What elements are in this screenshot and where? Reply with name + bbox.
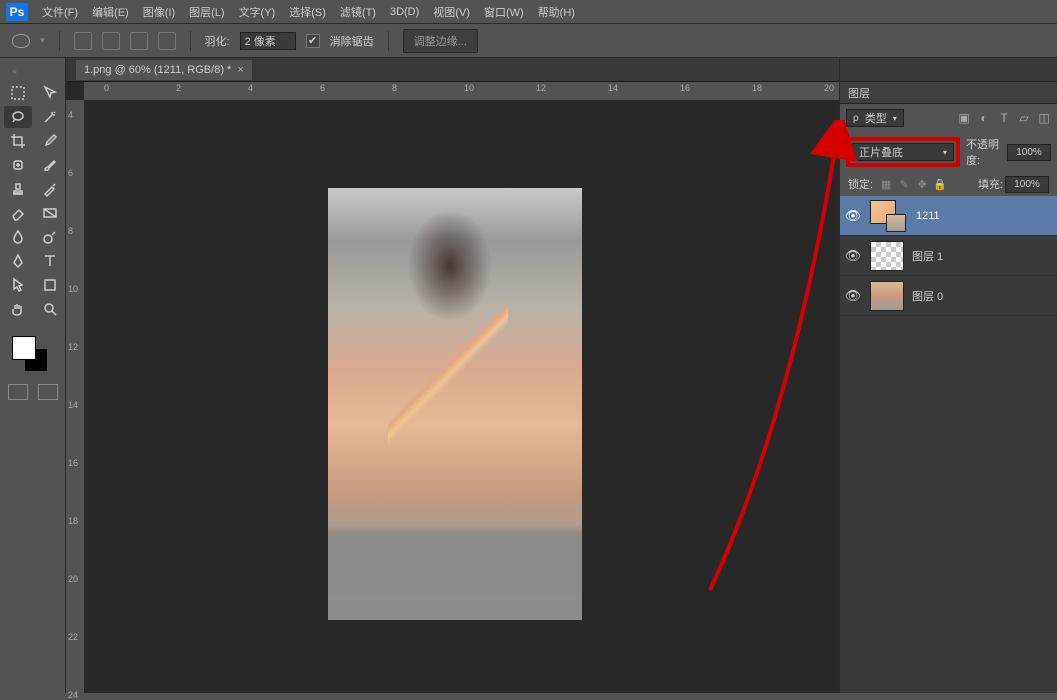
move-tool[interactable] <box>36 82 64 104</box>
stamp-tool[interactable] <box>4 178 32 200</box>
path-select-tool[interactable] <box>4 274 32 296</box>
document-tab-title: 1.png @ 60% (1211, RGB/8) * <box>84 64 231 76</box>
menu-view[interactable]: 视图(V) <box>433 4 470 20</box>
menu-window[interactable]: 窗口(W) <box>484 4 524 20</box>
layer-name[interactable]: 1211 <box>916 210 940 222</box>
layer-filter-row: ρ 类型 ▾ ▣ ◐ T ▱ ◫ <box>840 104 1057 132</box>
menu-help[interactable]: 帮助(H) <box>538 4 575 20</box>
layers-list: 👁 1211 👁 图层 1 👁 图层 0 <box>840 196 1057 693</box>
fill-label: 填充: <box>978 176 1003 192</box>
blend-mode-highlight: 正片叠底 ▾ <box>846 137 960 167</box>
document-area: 1.png @ 60% (1211, RGB/8) * × 0 2 4 6 8 … <box>66 58 839 693</box>
visibility-icon[interactable]: 👁 <box>844 248 862 264</box>
layer-row[interactable]: 👁 1211 <box>840 196 1057 236</box>
layer-thumbnail[interactable] <box>870 200 908 232</box>
canvas-image <box>328 188 582 620</box>
filter-adjust-icon[interactable]: ◐ <box>977 111 991 125</box>
document-tab[interactable]: 1.png @ 60% (1211, RGB/8) * × <box>76 60 252 80</box>
shape-tool[interactable] <box>36 274 64 296</box>
selection-intersect-icon[interactable] <box>158 32 176 50</box>
visibility-icon[interactable]: 👁 <box>844 288 862 304</box>
filter-shape-icon[interactable]: ▱ <box>1017 111 1031 125</box>
layers-panel-header[interactable]: 图层 <box>840 82 1057 104</box>
magic-wand-tool[interactable] <box>36 106 64 128</box>
selection-new-icon[interactable] <box>74 32 92 50</box>
opacity-input[interactable] <box>1007 144 1051 161</box>
marquee-tool[interactable] <box>4 82 32 104</box>
quickmask-icon[interactable] <box>8 384 28 400</box>
ruler-horizontal: 0 2 4 6 8 10 12 14 16 18 20 <box>84 82 839 100</box>
layer-row[interactable]: 👁 图层 1 <box>840 236 1057 276</box>
zoom-tool[interactable] <box>36 298 64 320</box>
pen-tool[interactable] <box>4 250 32 272</box>
menu-select[interactable]: 选择(S) <box>289 4 326 20</box>
lock-pixels-icon[interactable]: ✎ <box>897 177 911 191</box>
filter-smart-icon[interactable]: ◫ <box>1037 111 1051 125</box>
screenmode-icon[interactable] <box>38 384 58 400</box>
blend-mode-value: 正片叠底 <box>859 144 903 160</box>
menu-file[interactable]: 文件(F) <box>42 4 78 20</box>
filter-type-icon[interactable]: T <box>997 111 1011 125</box>
layer-thumbnail[interactable] <box>870 241 904 271</box>
layers-panel: 图层 ρ 类型 ▾ ▣ ◐ T ▱ ◫ 正片叠底 ▾ <box>839 58 1057 693</box>
menu-3d[interactable]: 3D(D) <box>390 6 419 18</box>
type-tool[interactable] <box>36 250 64 272</box>
eraser-tool[interactable] <box>4 202 32 224</box>
blur-tool[interactable] <box>4 226 32 248</box>
document-tabbar: 1.png @ 60% (1211, RGB/8) * × <box>66 58 839 82</box>
dodge-tool[interactable] <box>36 226 64 248</box>
layer-filter-label: 类型 <box>865 110 887 126</box>
options-bar: ▾ 羽化: ✔ 消除锯齿 调整边缘... <box>0 24 1057 58</box>
visibility-icon[interactable]: 👁 <box>844 208 862 224</box>
healing-tool[interactable] <box>4 154 32 176</box>
lasso-tool-icon[interactable] <box>12 34 30 48</box>
lock-all-icon[interactable]: 🔒 <box>933 177 947 191</box>
menu-type[interactable]: 文字(Y) <box>239 4 276 20</box>
ruler-vertical: 4 6 8 10 12 14 16 18 20 22 24 <box>66 100 84 693</box>
lasso-tool[interactable] <box>4 106 32 128</box>
blend-mode-dropdown[interactable]: 正片叠底 ▾ <box>852 143 954 161</box>
history-brush-tool[interactable] <box>36 178 64 200</box>
layer-name[interactable]: 图层 0 <box>912 288 943 304</box>
refine-edge-button[interactable]: 调整边缘... <box>403 29 478 53</box>
selection-add-icon[interactable] <box>102 32 120 50</box>
canvas[interactable] <box>84 100 839 693</box>
fill-input[interactable] <box>1005 176 1049 193</box>
foreground-color[interactable] <box>12 336 36 360</box>
feather-input[interactable] <box>240 32 296 50</box>
layer-filter-dropdown[interactable]: ρ 类型 ▾ <box>846 109 904 127</box>
feather-label: 羽化: <box>205 33 230 49</box>
menu-edit[interactable]: 编辑(E) <box>92 4 129 20</box>
chevron-down-icon: ▾ <box>943 148 947 157</box>
close-tab-icon[interactable]: × <box>237 64 243 76</box>
chevron-down-icon: ▾ <box>893 114 897 123</box>
lock-transparency-icon[interactable]: ▦ <box>879 177 893 191</box>
menu-bar: Ps 文件(F) 编辑(E) 图像(I) 图层(L) 文字(Y) 选择(S) 滤… <box>0 0 1057 24</box>
menu-image[interactable]: 图像(I) <box>143 4 175 20</box>
menu-filter[interactable]: 滤镜(T) <box>340 4 376 20</box>
eyedropper-tool[interactable] <box>36 130 64 152</box>
layer-thumbnail[interactable] <box>870 281 904 311</box>
selection-subtract-icon[interactable] <box>130 32 148 50</box>
lock-label: 锁定: <box>848 176 873 192</box>
antialias-checkbox[interactable]: ✔ <box>306 34 320 48</box>
menu-layer[interactable]: 图层(L) <box>189 4 224 20</box>
lock-position-icon[interactable]: ✥ <box>915 177 929 191</box>
layer-row[interactable]: 👁 图层 0 <box>840 276 1057 316</box>
color-swatches <box>2 328 65 376</box>
brush-tool[interactable] <box>36 154 64 176</box>
toolbox: « <box>0 58 66 693</box>
opacity-label: 不透明度: <box>966 136 1005 168</box>
layer-name[interactable]: 图层 1 <box>912 248 943 264</box>
layers-panel-title: 图层 <box>848 85 870 101</box>
crop-tool[interactable] <box>4 130 32 152</box>
filter-image-icon[interactable]: ▣ <box>957 111 971 125</box>
hand-tool[interactable] <box>4 298 32 320</box>
toolbox-collapse-icon[interactable]: « <box>2 62 65 80</box>
gradient-tool[interactable] <box>36 202 64 224</box>
ps-logo: Ps <box>6 3 28 21</box>
antialias-label: 消除锯齿 <box>330 33 374 49</box>
